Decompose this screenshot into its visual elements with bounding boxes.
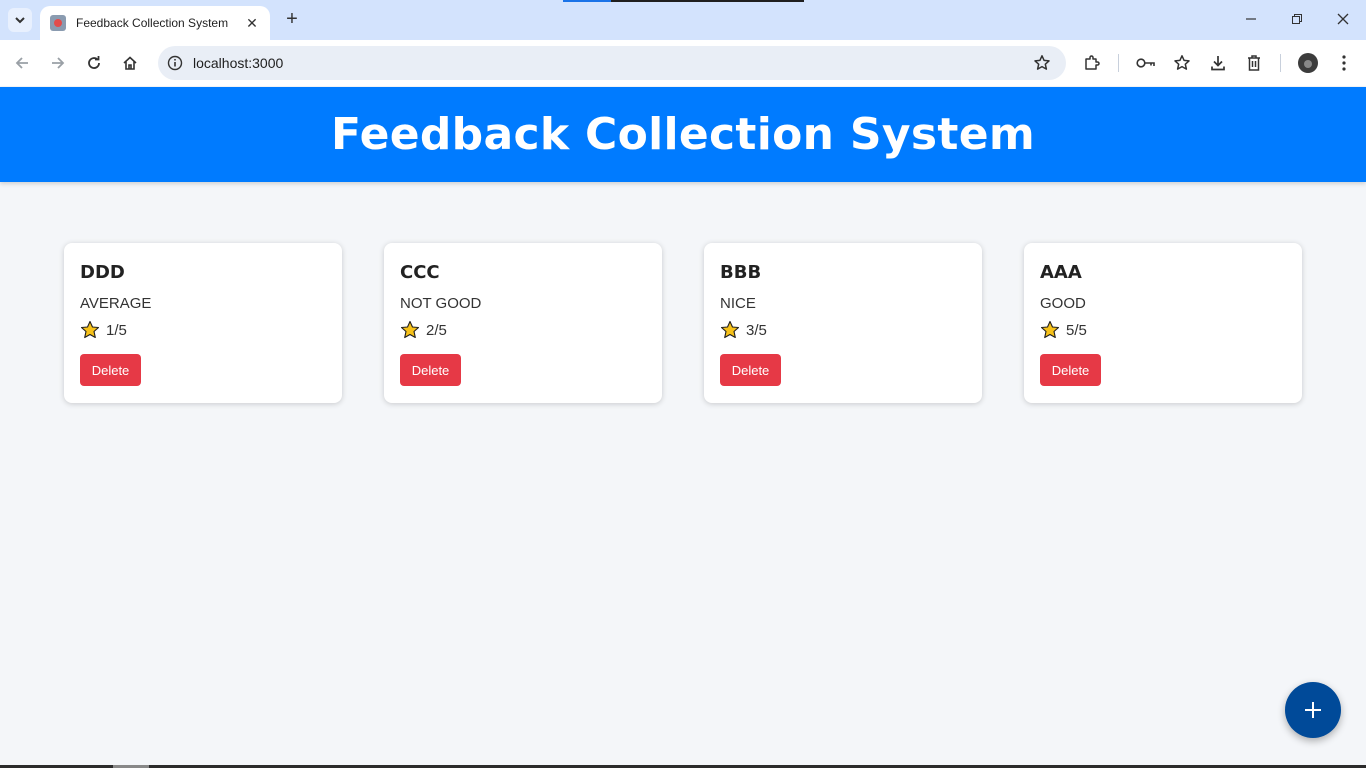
feedback-name: AAA: [1040, 262, 1082, 283]
rating-value: 3/5: [746, 321, 767, 339]
feedback-rating: 1/5: [80, 320, 127, 340]
rating-value: 2/5: [426, 321, 447, 339]
feedback-comment: AVERAGE: [80, 295, 152, 312]
close-icon: [1337, 13, 1349, 25]
close-window-button[interactable]: [1328, 8, 1358, 32]
delete-button[interactable]: Delete: [1040, 354, 1101, 386]
feedback-card: BBB NICE 3/5 Delete: [704, 243, 982, 403]
puzzle-icon: [1085, 55, 1100, 70]
minimize-icon: [1246, 18, 1256, 20]
page-title: Feedback Collection System: [331, 109, 1035, 160]
star-list-icon: [1174, 55, 1190, 70]
reload-button[interactable]: [82, 51, 106, 75]
plus-icon: [1305, 702, 1321, 718]
delete-button[interactable]: Delete: [400, 354, 461, 386]
delete-button[interactable]: Delete: [80, 354, 141, 386]
feedback-comment: GOOD: [1040, 295, 1086, 312]
tab-search-button[interactable]: [8, 8, 32, 32]
browser-menu-button[interactable]: [1332, 51, 1356, 75]
forward-button[interactable]: [46, 51, 70, 75]
feedback-name: BBB: [720, 262, 762, 283]
passwords-button[interactable]: [1134, 51, 1158, 75]
toolbar-separator: [1118, 54, 1119, 72]
browser-toolbar: localhost:3000: [0, 40, 1366, 86]
tab-close-icon[interactable]: ✕: [244, 15, 260, 32]
restore-button[interactable]: [1282, 8, 1312, 32]
key-icon: [1136, 58, 1155, 68]
download-icon: [1211, 56, 1225, 71]
bookmark-star-icon[interactable]: [1032, 53, 1052, 73]
app-header: Feedback Collection System: [0, 87, 1366, 182]
rating-value: 1/5: [106, 321, 127, 339]
home-icon: [123, 56, 137, 70]
feedback-rating: 5/5: [1040, 320, 1087, 340]
reload-icon: [88, 56, 100, 69]
minimize-button[interactable]: [1236, 8, 1266, 32]
feedback-name: DDD: [80, 262, 125, 283]
trash-icon: [1248, 55, 1260, 71]
feedback-name: CCC: [400, 262, 440, 283]
feedback-rating: 3/5: [720, 320, 767, 340]
url-text[interactable]: localhost:3000: [193, 55, 283, 71]
home-button[interactable]: [118, 51, 142, 75]
star-icon: [400, 320, 420, 339]
rating-value: 5/5: [1066, 321, 1087, 339]
more-vertical-icon: [1342, 55, 1346, 71]
star-icon: [720, 320, 740, 339]
star-icon: [80, 320, 100, 339]
feedback-card: CCC NOT GOOD 2/5 Delete: [384, 243, 662, 403]
star-icon: [1040, 320, 1060, 339]
delete-browsing-data-button[interactable]: [1242, 51, 1266, 75]
feedback-card: DDD AVERAGE 1/5 Delete: [64, 243, 342, 403]
feedback-card: AAA GOOD 5/5 Delete: [1024, 243, 1302, 403]
toolbar-separator: [1280, 54, 1281, 72]
bookmarks-button[interactable]: [1170, 51, 1194, 75]
address-bar[interactable]: localhost:3000: [158, 46, 1066, 80]
restore-icon: [1292, 14, 1302, 24]
tab-title: Feedback Collection System: [76, 16, 229, 30]
arrow-right-icon: [52, 57, 65, 69]
feedback-comment: NICE: [720, 295, 756, 312]
downloads-button[interactable]: [1206, 51, 1230, 75]
back-button[interactable]: [10, 51, 34, 75]
favicon-icon: [50, 15, 66, 31]
feedback-list: DDD AVERAGE 1/5 Delete CCC NOT GOOD 2/5 …: [64, 243, 1302, 403]
feedback-comment: NOT GOOD: [400, 295, 482, 312]
profile-avatar[interactable]: [1298, 53, 1318, 73]
extensions-button[interactable]: [1080, 51, 1104, 75]
feedback-rating: 2/5: [400, 320, 447, 340]
chevron-down-icon: [15, 17, 25, 24]
delete-button[interactable]: Delete: [720, 354, 781, 386]
arrow-left-icon: [15, 57, 28, 69]
browser-tab[interactable]: Feedback Collection System ✕: [40, 6, 270, 40]
site-info-icon[interactable]: [166, 54, 184, 72]
new-tab-button[interactable]: +: [280, 8, 304, 32]
tab-strip-indicator-accent: [563, 0, 611, 2]
add-feedback-button[interactable]: [1285, 682, 1341, 738]
browser-tab-bar: Feedback Collection System ✕ +: [0, 0, 1366, 40]
